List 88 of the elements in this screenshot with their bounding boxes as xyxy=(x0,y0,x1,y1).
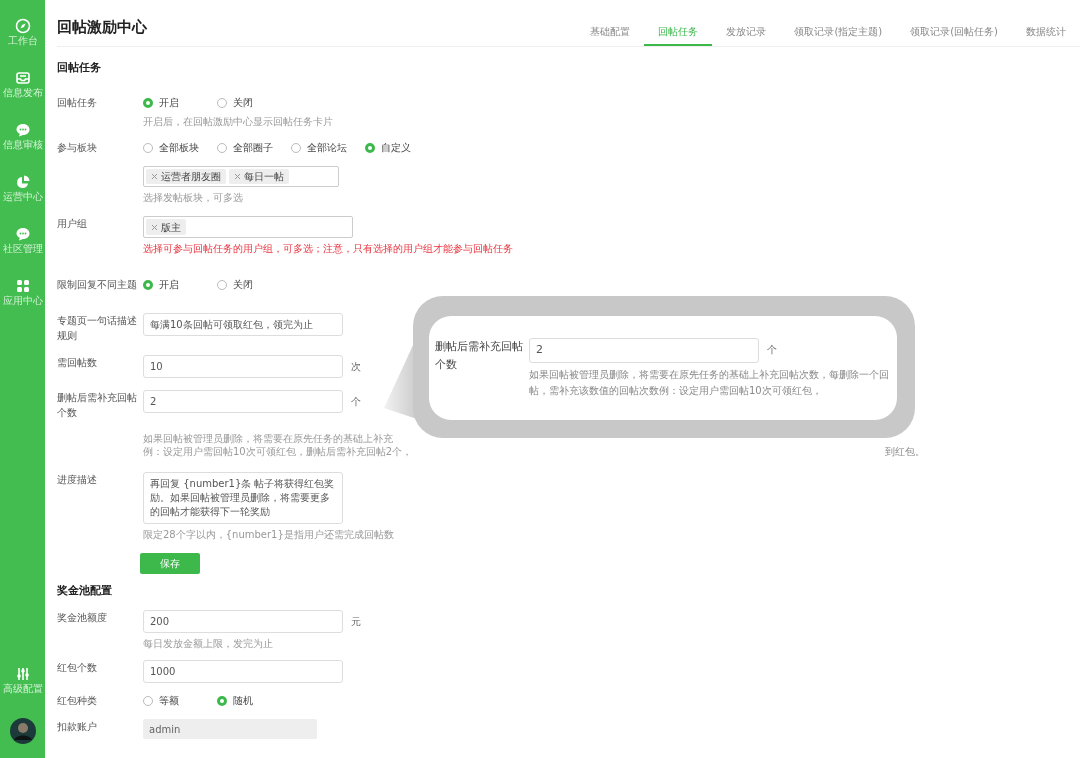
field-label: 需回帖数 xyxy=(57,356,98,370)
help-text: 开启后，在回帖激励中心显示回帖任务卡片 xyxy=(143,115,334,128)
radio-label[interactable]: 全部板块 xyxy=(159,140,199,156)
unit-label: 个 xyxy=(351,395,361,409)
tab[interactable]: 发放记录 xyxy=(712,24,781,46)
radio-label[interactable]: 自定义 xyxy=(381,140,411,156)
field-label: 删帖后需补充回帖个数 xyxy=(435,339,524,373)
input-field[interactable]: 2 xyxy=(143,390,343,413)
close-icon[interactable] xyxy=(234,173,241,180)
radio-option[interactable]: 开启 xyxy=(143,277,217,293)
unit-label: 元 xyxy=(351,615,361,629)
field-label: 回帖任务 xyxy=(57,96,98,110)
radio-button[interactable] xyxy=(217,280,227,290)
sliders-icon[interactable] xyxy=(14,666,31,682)
field-label: 奖金池额度 xyxy=(57,611,108,625)
close-icon[interactable] xyxy=(151,173,158,180)
help-text: 选择发帖板块，可多选 xyxy=(143,191,244,204)
unit-label: 次 xyxy=(351,360,361,374)
field-label: 限制回复不同主题 xyxy=(57,278,138,292)
radio-button[interactable] xyxy=(365,143,375,153)
field-label: 参与板块 xyxy=(57,141,98,155)
input-field[interactable]: 2 xyxy=(529,338,759,363)
radio-option[interactable]: 全部板块 xyxy=(143,140,217,156)
field-label: 删帖后需补充回帖个数 xyxy=(57,391,138,420)
grid-icon[interactable] xyxy=(14,278,31,294)
help-text: 限定28个字以内，{number1}是指用户还需完成回帖数 xyxy=(143,528,395,541)
help-text: 每日发放金额上限，发完为止 xyxy=(143,637,274,650)
compass-icon[interactable] xyxy=(14,18,31,34)
radio-option[interactable]: 全部论坛 xyxy=(291,140,365,156)
radio-button[interactable] xyxy=(291,143,301,153)
unit-label: 个 xyxy=(767,343,777,357)
field-label: 红包种类 xyxy=(57,694,98,708)
select-field[interactable]: admin xyxy=(143,719,317,739)
close-icon[interactable] xyxy=(151,223,158,231)
field-label: 进度描述 xyxy=(57,473,98,487)
avatar[interactable] xyxy=(9,718,36,744)
input-field[interactable]: 200 xyxy=(143,610,343,633)
radio-button[interactable] xyxy=(143,696,153,706)
field-label: 扣款账户 xyxy=(57,720,98,734)
radio-button[interactable] xyxy=(143,280,153,290)
radio-option[interactable]: 开启 xyxy=(143,95,217,111)
radio-label[interactable]: 等额 xyxy=(159,693,179,709)
tab[interactable]: 基础配置 xyxy=(576,24,645,46)
tab[interactable]: 领取记录(回帖任务) xyxy=(896,24,1012,46)
page-title: 回帖激励中心 xyxy=(57,16,147,38)
radio-label[interactable]: 开启 xyxy=(159,95,179,111)
input-field[interactable]: 每满10条回帖可领取红包，领完为止 xyxy=(143,313,343,336)
help-text: 选择可参与回帖任务的用户组，可多选；注意，只有选择的用户组才能参与回帖任务 xyxy=(143,242,514,255)
field-label: 专题页一句话描述规则 xyxy=(57,314,138,343)
input-field[interactable]: 10 xyxy=(143,355,343,378)
field-label: 用户组 xyxy=(57,217,88,231)
radio-option[interactable]: 等额 xyxy=(143,693,217,709)
radio-option[interactable]: 关闭 xyxy=(217,95,291,111)
help-text: 例：设定用户需回帖10次可领红包，删帖后需补充回帖2个， xyxy=(143,445,413,458)
help-text: 到红包。 xyxy=(885,445,925,458)
radio-option[interactable]: 关闭 xyxy=(217,277,291,293)
radio-label[interactable]: 随机 xyxy=(233,693,253,709)
radio-option[interactable]: 全部圈子 xyxy=(217,140,291,156)
chat-icon[interactable] xyxy=(14,226,31,242)
tag-label: 每日一帖 xyxy=(244,170,284,184)
section-title: 奖金池配置 xyxy=(57,584,113,598)
radio-button[interactable] xyxy=(217,696,227,706)
input-field[interactable]: 1000 xyxy=(143,660,343,683)
help-text: 如果回帖被管理员删除，将需要在原先任务的基础上补充回帖次数，每删除一个回帖，需补充该数值的回帖次数例：设定用户需回帖10次可领红包， xyxy=(529,368,890,398)
tag-select-field[interactable]: 版主 xyxy=(143,216,353,238)
radio-label[interactable]: 全部论坛 xyxy=(307,140,347,156)
inbox-icon[interactable] xyxy=(14,70,31,86)
tag-label: 运营者朋友圈 xyxy=(161,170,221,184)
tab[interactable]: 领取记录(指定主题) xyxy=(780,24,897,46)
section-title: 回帖任务 xyxy=(57,61,102,75)
radio-button[interactable] xyxy=(143,143,153,153)
radio-button[interactable] xyxy=(143,98,153,108)
radio-label[interactable]: 关闭 xyxy=(233,277,253,293)
tab[interactable]: 数据统计 xyxy=(1012,24,1080,46)
radio-label[interactable]: 开启 xyxy=(159,277,179,293)
help-text: 如果回帖被管理员删除，将需要在原先任务的基础上补充 xyxy=(143,432,393,445)
radio-button[interactable] xyxy=(217,98,227,108)
radio-label[interactable]: 全部圈子 xyxy=(233,140,273,156)
pie-chart-icon[interactable] xyxy=(14,174,31,190)
radio-option[interactable]: 随机 xyxy=(217,693,291,709)
text-area[interactable]: 再回复 {number1}条 帖子将获得红包奖励。如果回帖被管理员删除，将需要更多的回帖才能获得下一轮奖励 xyxy=(143,472,343,524)
radio-button[interactable] xyxy=(217,143,227,153)
radio-option[interactable]: 自定义 xyxy=(365,140,439,156)
tag-label: 版主 xyxy=(161,220,181,235)
chat-icon[interactable] xyxy=(14,122,31,138)
radio-label[interactable]: 关闭 xyxy=(233,95,253,111)
field-label: 红包个数 xyxy=(57,661,98,675)
tag-select-field[interactable]: 运营者朋友圈 每日一帖 xyxy=(143,166,339,187)
